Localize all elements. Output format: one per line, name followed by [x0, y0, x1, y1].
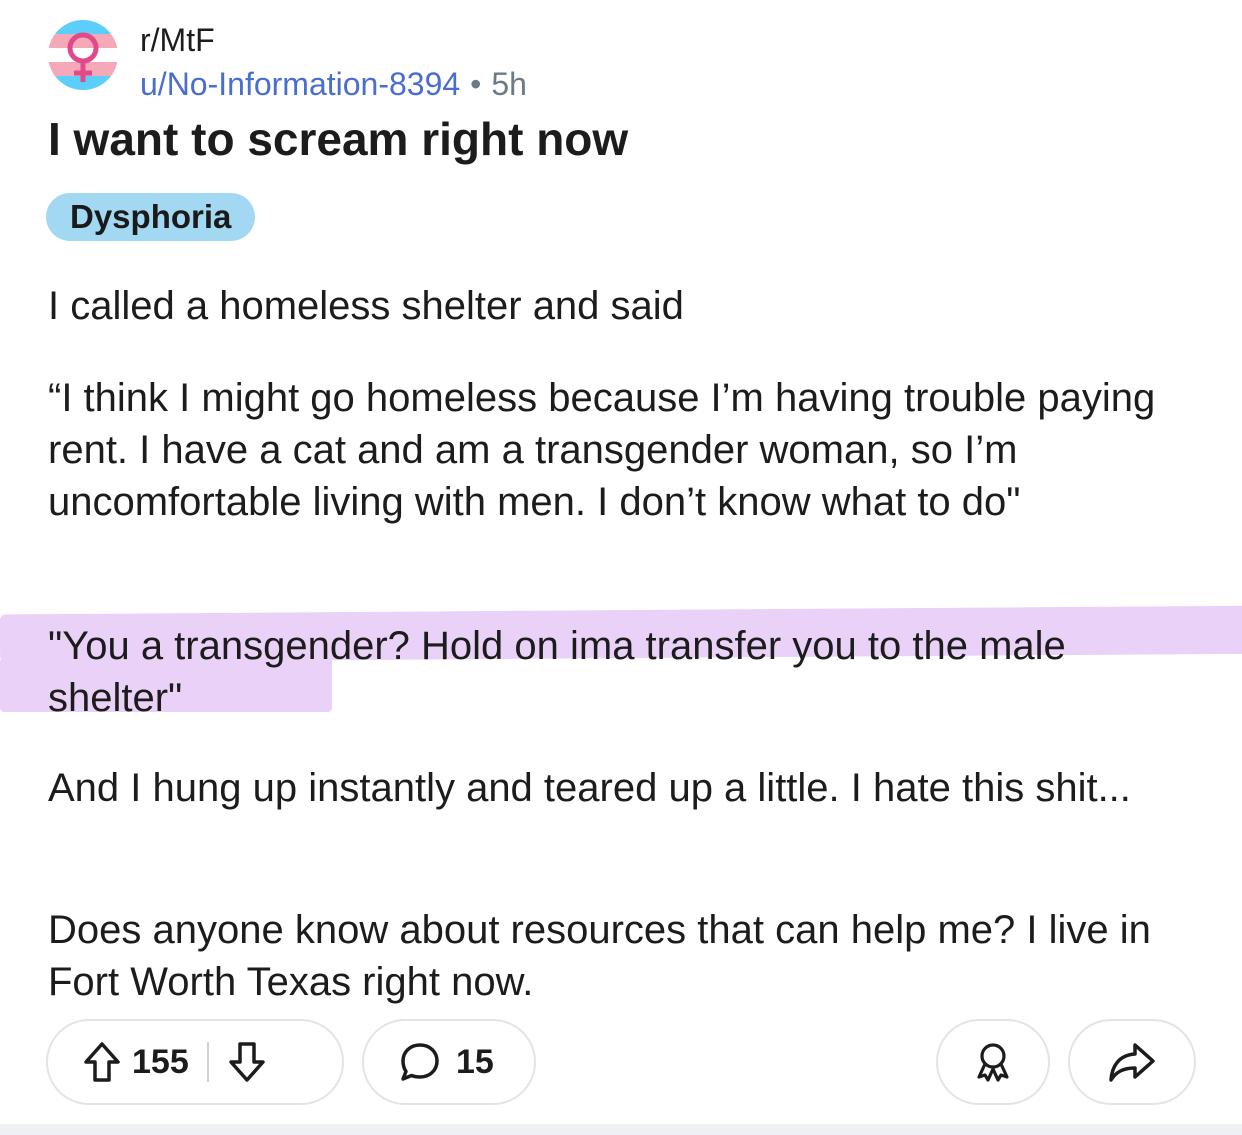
arrow-down-icon[interactable]: [227, 1040, 267, 1084]
speech-bubble-icon: [398, 1040, 442, 1084]
post-header: r/MtF u/No-Information-8394 • 5h: [48, 10, 748, 103]
trans-symbol-icon: [67, 32, 99, 82]
comment-count: 15: [456, 1042, 494, 1081]
post-meta: u/No-Information-8394 • 5h: [140, 66, 527, 103]
meta-separator: •: [470, 66, 482, 102]
post-paragraph: I called a homeless shelter and said: [48, 284, 684, 328]
post-paragraph: "You a transgender? Hold on ima transfer…: [48, 624, 1066, 720]
subreddit-avatar[interactable]: [48, 20, 118, 90]
upvote-count: 155: [132, 1042, 189, 1081]
post-title: I want to scream right now: [48, 113, 629, 165]
share-button[interactable]: [1068, 1019, 1196, 1105]
share-icon: [1107, 1039, 1157, 1085]
post-paragraph: “I think I might go homeless because I’m…: [48, 376, 1156, 524]
author-link[interactable]: u/No-Information-8394: [140, 66, 460, 102]
post-paragraph: And I hung up instantly and teared up a …: [48, 766, 1131, 810]
comments-button[interactable]: 15: [362, 1019, 536, 1105]
post-flair[interactable]: Dysphoria: [46, 193, 256, 241]
arrow-up-icon[interactable]: [82, 1040, 122, 1084]
award-icon: [970, 1039, 1016, 1085]
vote-divider: [206, 1042, 209, 1082]
post-age: 5h: [491, 66, 527, 102]
vote-control: 155: [46, 1019, 344, 1105]
subreddit-name[interactable]: r/MtF: [140, 22, 215, 59]
award-button[interactable]: [936, 1019, 1050, 1105]
bottom-divider: [0, 1124, 1242, 1135]
action-bar: 155 15: [0, 1015, 1242, 1115]
post-paragraph: Does anyone know about resources that ca…: [48, 908, 1151, 1004]
